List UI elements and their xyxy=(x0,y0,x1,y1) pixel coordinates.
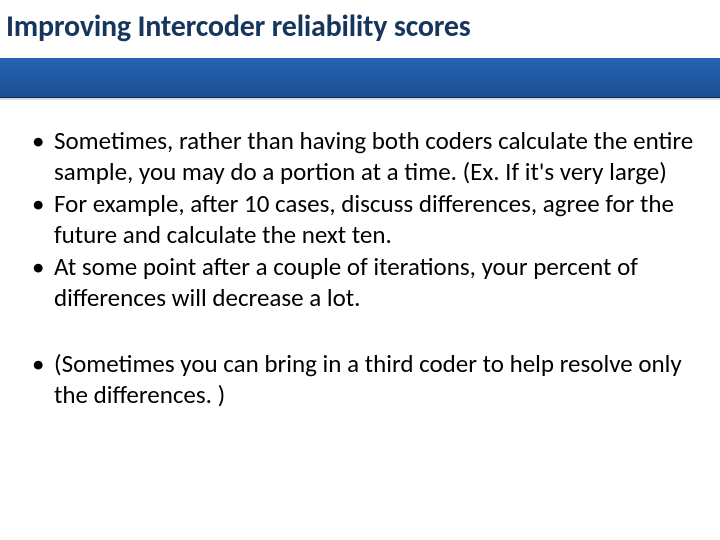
list-item: For example, after 10 cases, discuss dif… xyxy=(26,189,694,250)
bullet-list-secondary: (Sometimes you can bring in a third code… xyxy=(26,349,694,410)
spacer xyxy=(26,315,694,349)
list-item: (Sometimes you can bring in a third code… xyxy=(26,349,694,410)
slide: Improving Intercoder reliability scores … xyxy=(0,0,720,540)
bullet-list: Sometimes, rather than having both coder… xyxy=(26,126,694,313)
list-item: At some point after a couple of iteratio… xyxy=(26,252,694,313)
slide-title: Improving Intercoder reliability scores xyxy=(6,8,471,45)
list-item: Sometimes, rather than having both coder… xyxy=(26,126,694,187)
title-bar: Improving Intercoder reliability scores xyxy=(0,0,720,98)
content-area: Sometimes, rather than having both coder… xyxy=(0,98,720,410)
title-container: Improving Intercoder reliability scores xyxy=(0,0,720,58)
